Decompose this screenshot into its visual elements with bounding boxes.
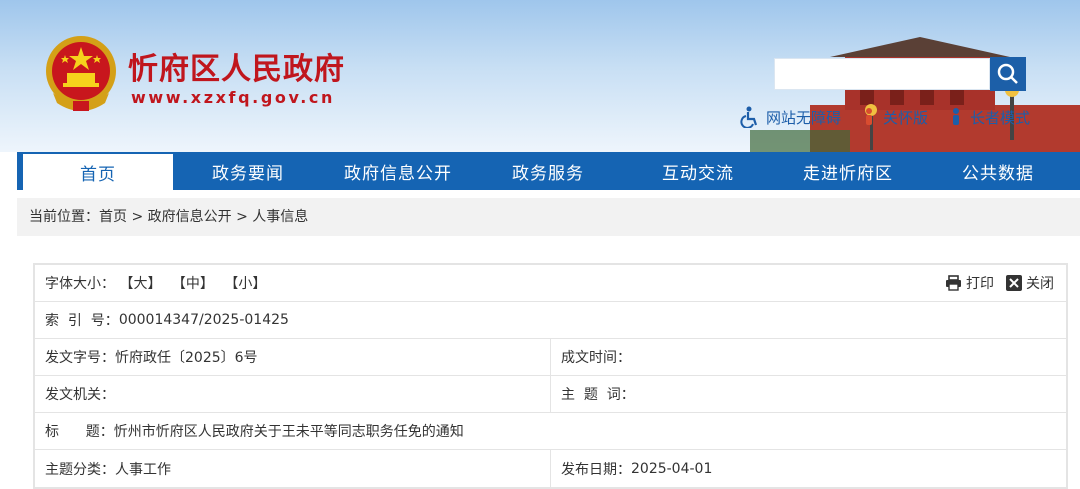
created-time-label: 成文时间： bbox=[561, 350, 631, 366]
category-cell: 主题分类： 人事工作 bbox=[35, 450, 550, 487]
issuer-cell: 发文机关： bbox=[35, 376, 550, 412]
subject-words-cell: 主 题 词： bbox=[550, 376, 1065, 412]
main-nav: 首页 政务要闻 政府信息公开 政务服务 互动交流 走进忻府区 公共数据 bbox=[17, 152, 1080, 190]
subject-words-label: 主 题 词： bbox=[561, 387, 635, 403]
issuer-label: 发文机关： bbox=[45, 387, 115, 403]
created-time-cell: 成文时间： bbox=[550, 339, 1065, 375]
nav-item-info-disclosure[interactable]: 政府信息公开 bbox=[323, 152, 473, 190]
title-value: 忻州市忻府区人民政府关于王未平等同志职务任免的通知 bbox=[113, 424, 464, 440]
title-cell: 标 题： 忻州市忻府区人民政府关于王未平等同志职务任免的通知 bbox=[35, 413, 1066, 449]
care-version-link-label: 关怀版 bbox=[883, 108, 929, 127]
category-label: 主题分类： bbox=[45, 461, 115, 478]
nav-item-news[interactable]: 政务要闻 bbox=[173, 152, 323, 190]
elder-mode-link-label: 长者模式 bbox=[970, 108, 1031, 127]
site-url: www.xzxfq.gov.cn bbox=[131, 88, 335, 107]
breadcrumb: 当前位置：首页 > 政府信息公开 > 人事信息 bbox=[17, 198, 1080, 236]
font-size-medium-button[interactable]: 【中】 bbox=[172, 276, 214, 292]
nav-item-public-data[interactable]: 公共数据 bbox=[923, 152, 1073, 190]
publish-date-value: 2025-04-01 bbox=[631, 460, 713, 477]
breadcrumb-separator: > bbox=[231, 209, 253, 225]
breadcrumb-separator: > bbox=[127, 209, 148, 225]
elder-icon bbox=[953, 108, 960, 125]
doc-number-cell: 发文字号： 忻府政任〔2025〕6号 bbox=[35, 339, 550, 375]
font-size-label: 字体大小： bbox=[45, 276, 115, 292]
search-icon bbox=[997, 63, 1018, 84]
document-info-table: 字体大小： 【大】 【中】 【小】 打印 关闭 索 引 号： 000014347… bbox=[33, 263, 1068, 489]
font-size-small-button[interactable]: 【小】 bbox=[224, 276, 266, 292]
index-number-cell: 索 引 号： 000014347/2025-01425 bbox=[35, 302, 1066, 338]
print-button[interactable]: 打印 bbox=[945, 273, 994, 293]
doc-number-label: 发文字号： bbox=[45, 350, 115, 366]
publish-date-label: 发布日期： bbox=[561, 461, 631, 478]
search-button[interactable] bbox=[990, 57, 1026, 91]
font-size-large-button[interactable]: 【大】 bbox=[119, 276, 161, 292]
site-title: 忻府区人民政府 bbox=[128, 52, 345, 87]
publish-date-cell: 发布日期： 2025-04-01 bbox=[550, 450, 1065, 487]
nav-item-about[interactable]: 走进忻府区 bbox=[773, 152, 923, 190]
accessibility-icon bbox=[740, 106, 758, 128]
category-value: 人事工作 bbox=[115, 461, 171, 478]
nav-item-home[interactable]: 首页 bbox=[23, 152, 173, 190]
breadcrumb-personnel[interactable]: 人事信息 bbox=[252, 209, 308, 225]
breadcrumb-home[interactable]: 首页 bbox=[99, 209, 127, 225]
font-size-row: 字体大小： 【大】 【中】 【小】 打印 关闭 bbox=[35, 265, 1066, 301]
national-emblem-icon bbox=[46, 36, 116, 111]
index-number-label: 索 引 号： bbox=[45, 313, 119, 329]
printer-icon bbox=[946, 275, 961, 291]
close-button[interactable]: 关闭 bbox=[1006, 273, 1054, 293]
tiananmen-scene-image bbox=[750, 37, 1080, 152]
accessibility-link-label: 网站无障碍 bbox=[766, 108, 842, 127]
care-icon bbox=[866, 108, 873, 125]
elder-mode-link[interactable]: 长者模式 bbox=[948, 106, 1030, 128]
accessibility-links: 网站无障碍 关怀版 长者模式 bbox=[740, 106, 1030, 128]
care-version-link[interactable]: 关怀版 bbox=[861, 106, 928, 128]
print-label: 打印 bbox=[966, 276, 994, 292]
close-icon bbox=[1006, 275, 1022, 291]
breadcrumb-prefix: 当前位置： bbox=[29, 209, 99, 225]
site-header: 忻府区人民政府 www.xzxfq.gov.cn 网站无障碍 关怀版 长者模式 bbox=[0, 0, 1080, 152]
index-number-value: 000014347/2025-01425 bbox=[118, 312, 289, 328]
breadcrumb-info-disclosure[interactable]: 政府信息公开 bbox=[148, 209, 232, 225]
doc-number-value: 忻府政任〔2025〕6号 bbox=[115, 350, 258, 366]
accessibility-link[interactable]: 网站无障碍 bbox=[740, 106, 841, 128]
close-label: 关闭 bbox=[1026, 276, 1054, 292]
search-input[interactable] bbox=[774, 58, 990, 90]
nav-item-interaction[interactable]: 互动交流 bbox=[623, 152, 773, 190]
nav-item-services[interactable]: 政务服务 bbox=[473, 152, 623, 190]
title-label: 标 题： bbox=[45, 424, 114, 440]
